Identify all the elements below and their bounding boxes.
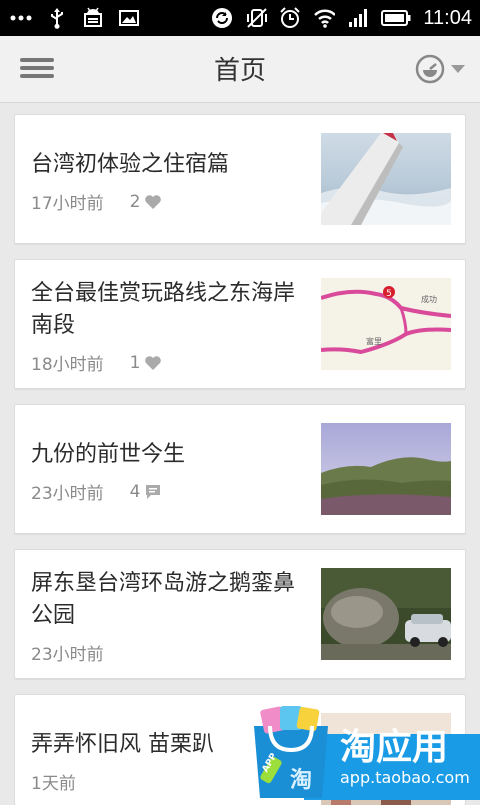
- chevron-down-icon: [451, 65, 465, 73]
- article-title: 台湾初体验之住宿篇: [31, 152, 230, 177]
- article-title: 九份的前世今生: [31, 442, 186, 467]
- article-time: 23小时前: [31, 645, 104, 665]
- article-time: 18小时前: [31, 355, 104, 375]
- more-dots-icon: [10, 7, 32, 29]
- clock-time: 11:04: [423, 6, 472, 29]
- like-count: 1: [130, 353, 163, 373]
- article-meta: 23小时前 4: [31, 479, 162, 504]
- article-card[interactable]: 全台最佳赏玩路线之东海岸南段 18小时前 1 5 成功 富里: [14, 259, 466, 389]
- image-icon: [118, 7, 140, 29]
- heart-icon: [145, 355, 162, 370]
- route-map-photo: 5 成功 富里: [321, 278, 451, 370]
- app-bar: 首页: [0, 36, 480, 103]
- article-time: 1天前: [31, 774, 76, 794]
- android-debug-icon: [82, 7, 104, 29]
- map-route-number: 5: [386, 289, 392, 299]
- article-time: 23小时前: [31, 484, 104, 504]
- article-thumbnail: [321, 133, 451, 225]
- alarm-icon: [279, 7, 301, 29]
- comment-count: 4: [130, 482, 163, 502]
- like-count-value: 2: [129, 191, 141, 212]
- mountain-landscape-photo: [321, 423, 451, 515]
- sync-icon: [211, 7, 233, 29]
- article-thumbnail: [321, 568, 451, 660]
- page-title: 首页: [213, 56, 266, 86]
- badge-name: 淘应用: [340, 727, 449, 768]
- article-card[interactable]: 台湾初体验之住宿篇 17小时前 2: [14, 114, 466, 244]
- signal-icon: [347, 7, 369, 29]
- map-label-city: 成功: [421, 294, 437, 304]
- vibrate-off-icon: [245, 7, 268, 29]
- article-meta: 17小时前 2: [31, 189, 162, 214]
- article-thumbnail: [321, 423, 451, 515]
- article-meta: 1天前: [31, 769, 76, 794]
- article-meta: 23小时前: [31, 640, 104, 665]
- rock-park-photo: [321, 568, 451, 660]
- history-button[interactable]: [414, 52, 466, 86]
- badge-text: 淘应用 app.taobao.com: [340, 728, 470, 788]
- article-meta: 18小时前 1: [31, 350, 162, 375]
- like-count: 2: [130, 192, 163, 212]
- article-thumbnail: 5 成功 富里: [321, 278, 451, 370]
- article-card[interactable]: 屏东垦台湾环岛游之鹅銮鼻公园 23小时前: [14, 549, 466, 679]
- article-time: 17小时前: [31, 194, 104, 214]
- map-label-city: 富里: [366, 336, 382, 346]
- clock-icon: [415, 54, 445, 84]
- usb-icon: [46, 7, 68, 29]
- battery-icon: [381, 7, 411, 29]
- article-card[interactable]: 九份的前世今生 23小时前 4: [14, 404, 466, 534]
- comment-count-value: 4: [129, 481, 141, 502]
- article-title: 屏东垦台湾环岛游之鹅銮鼻公园: [31, 571, 296, 628]
- wifi-icon: [313, 7, 336, 29]
- like-count-value: 1: [129, 352, 141, 373]
- article-title: 全台最佳赏玩路线之东海岸南段: [31, 281, 296, 338]
- status-bar: 11:04: [0, 0, 480, 36]
- taobao-app-badge[interactable]: APP 淘 淘应用 app.taobao.com: [244, 706, 480, 800]
- comment-icon: [146, 484, 161, 499]
- badge-url: app.taobao.com: [340, 768, 470, 787]
- airplane-wing-photo: [321, 133, 451, 225]
- badge-bag-text: 淘: [290, 768, 313, 793]
- heart-icon: [145, 194, 162, 209]
